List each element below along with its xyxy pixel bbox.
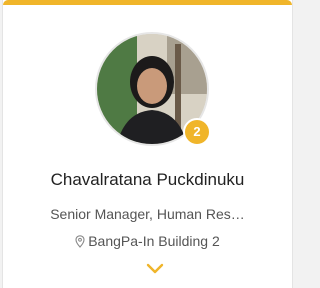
- chevron-down-icon: [146, 263, 164, 274]
- notification-badge: 2: [183, 118, 211, 146]
- card-accent-bar: [3, 0, 292, 5]
- job-title: Senior Manager, Human Res…: [50, 206, 245, 222]
- profile-card[interactable]: 2 Chavalratana Puckdinuku Senior Manager…: [2, 0, 293, 288]
- location-row: BangPa-In Building 2: [3, 233, 292, 251]
- avatar-container: 2: [95, 32, 211, 146]
- map-pin-icon: [75, 235, 85, 251]
- person-name[interactable]: Chavalratana Puckdinuku: [3, 170, 292, 190]
- location-text: BangPa-In Building 2: [88, 233, 220, 249]
- expand-button[interactable]: [145, 262, 165, 276]
